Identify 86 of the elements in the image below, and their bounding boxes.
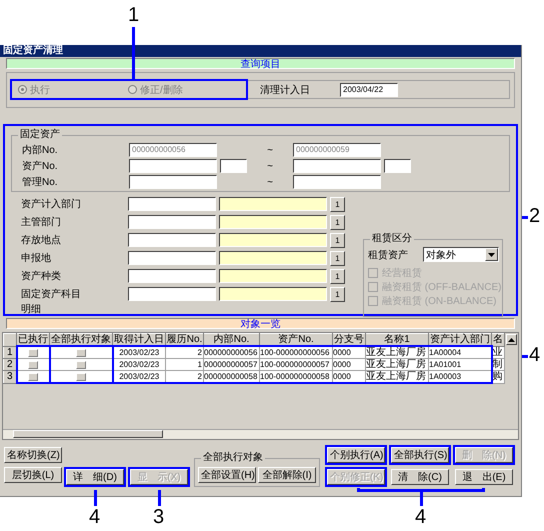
table-cell: 1A00004 xyxy=(428,346,492,358)
field-label: 清理计入日 xyxy=(260,84,311,96)
field-label: 资产计入部门 xyxy=(21,198,82,211)
field-label: 管理No. xyxy=(22,176,59,189)
group-title: 全部执行对象 xyxy=(201,452,265,464)
table-cell: 1A01001 xyxy=(428,358,492,370)
callout-number: 2 xyxy=(529,206,540,226)
input-field[interactable] xyxy=(129,175,217,189)
input-field[interactable] xyxy=(128,269,216,283)
callout-number: 4 xyxy=(415,507,426,527)
lookup-button[interactable]: 1 xyxy=(330,286,345,302)
lookup-button[interactable]: 1 xyxy=(330,232,345,248)
table-cell: 2 xyxy=(166,346,204,358)
tilde-label: ~ xyxy=(266,160,274,172)
field-label: 主管部门 xyxy=(21,216,62,229)
row-header[interactable]: 2 xyxy=(4,358,16,370)
table-cell: 2003/02/23 xyxy=(112,346,166,358)
table-cell: 亚友上海厂房 xyxy=(366,370,428,383)
scroll-up-icon[interactable] xyxy=(506,334,517,345)
select-all-button[interactable]: 全部设置(H) xyxy=(198,467,256,483)
table-cell: 000000000056 xyxy=(204,346,260,358)
field-label: 资产种类 xyxy=(21,270,62,283)
lookup-button[interactable]: 1 xyxy=(330,268,345,284)
column-header[interactable]: 取得计入日 xyxy=(112,334,166,346)
table-cell: 0000 xyxy=(332,346,366,358)
table-cell: 000000000058 xyxy=(204,370,260,383)
scrollbar[interactable] xyxy=(3,429,518,439)
table-cell: 100-000000000058 xyxy=(260,370,332,383)
input-field[interactable]: 000000000059 xyxy=(293,143,381,157)
callout-number: 1 xyxy=(128,5,140,25)
table-cell: 100-000000000056 xyxy=(260,346,332,358)
column-header[interactable]: 名称1 xyxy=(366,334,428,346)
field-label: 租赁资产 xyxy=(368,248,408,262)
section-header: 对象一览 xyxy=(6,318,515,329)
field-label: 内部No. xyxy=(22,144,59,157)
tilde-label: ~ xyxy=(266,176,274,188)
action-button[interactable]: 个别执行(A) xyxy=(327,447,385,463)
column-header[interactable]: 资产No. xyxy=(260,334,332,346)
input-field[interactable] xyxy=(128,233,216,247)
table-cell: 100-000000000057 xyxy=(260,358,332,370)
field-label: 申报地 xyxy=(21,252,52,265)
leader-line xyxy=(132,27,135,80)
input-field[interactable] xyxy=(128,251,216,265)
group-title: 租赁区分 xyxy=(370,233,414,245)
table-cell: 亚友上海厂房 xyxy=(366,358,428,370)
date-field[interactable]: 2003/04/22 xyxy=(340,82,398,96)
field-label: 固定资产科目 xyxy=(21,288,82,301)
window-title: 固定资产清理 xyxy=(0,45,521,57)
input-field[interactable]: 000000000056 xyxy=(129,143,217,157)
lookup-button[interactable]: 1 xyxy=(330,250,345,266)
table-cell: 1A00003 xyxy=(428,370,492,383)
table-cell: 000000000057 xyxy=(204,358,260,370)
callout-number: 4 xyxy=(89,507,100,527)
input-field[interactable] xyxy=(293,175,381,189)
lookup-button[interactable]: 1 xyxy=(330,196,345,212)
action-button[interactable]: 退 出(E) xyxy=(455,469,513,485)
column-header[interactable]: 内部No. xyxy=(204,334,260,346)
input-field[interactable] xyxy=(128,197,216,211)
row-header[interactable]: 1 xyxy=(4,346,16,358)
input-field[interactable] xyxy=(128,287,216,301)
column-header[interactable]: 名 xyxy=(492,334,504,346)
switch-button[interactable]: 名称切换(Z) xyxy=(4,447,62,463)
field-label: 资产No. xyxy=(22,160,59,173)
input-field[interactable] xyxy=(293,159,381,173)
field-label: 明细 xyxy=(21,303,41,317)
table-cell: 亚友上海厂房 xyxy=(366,346,428,358)
tilde-label: ~ xyxy=(266,144,274,156)
callout-number: 4 xyxy=(529,345,540,365)
input-field[interactable] xyxy=(128,215,216,229)
lookup-button[interactable]: 1 xyxy=(330,214,345,230)
dropdown[interactable]: 对象外 xyxy=(423,247,499,262)
input-field[interactable] xyxy=(384,159,411,173)
action-button[interactable]: 全部执行(S) xyxy=(391,447,449,463)
view-button[interactable]: 详 细(D) xyxy=(66,469,124,485)
input-field[interactable] xyxy=(220,159,247,173)
row-header[interactable]: 3 xyxy=(4,370,16,383)
switch-button[interactable]: 层切换(L) xyxy=(4,467,62,483)
action-button[interactable]: 清 除(C) xyxy=(391,469,449,485)
callout-number: 3 xyxy=(153,507,164,527)
column-header[interactable]: 资产计入部门 xyxy=(428,334,492,346)
field-label: 存放地点 xyxy=(21,234,62,247)
section-header: 查询项目 xyxy=(6,58,515,69)
input-field[interactable] xyxy=(129,159,217,173)
column-header[interactable]: 全部执行对象 xyxy=(50,334,112,346)
group-title: 固定资产 xyxy=(18,129,62,141)
select-all-button[interactable]: 全部解除(I) xyxy=(258,467,316,483)
